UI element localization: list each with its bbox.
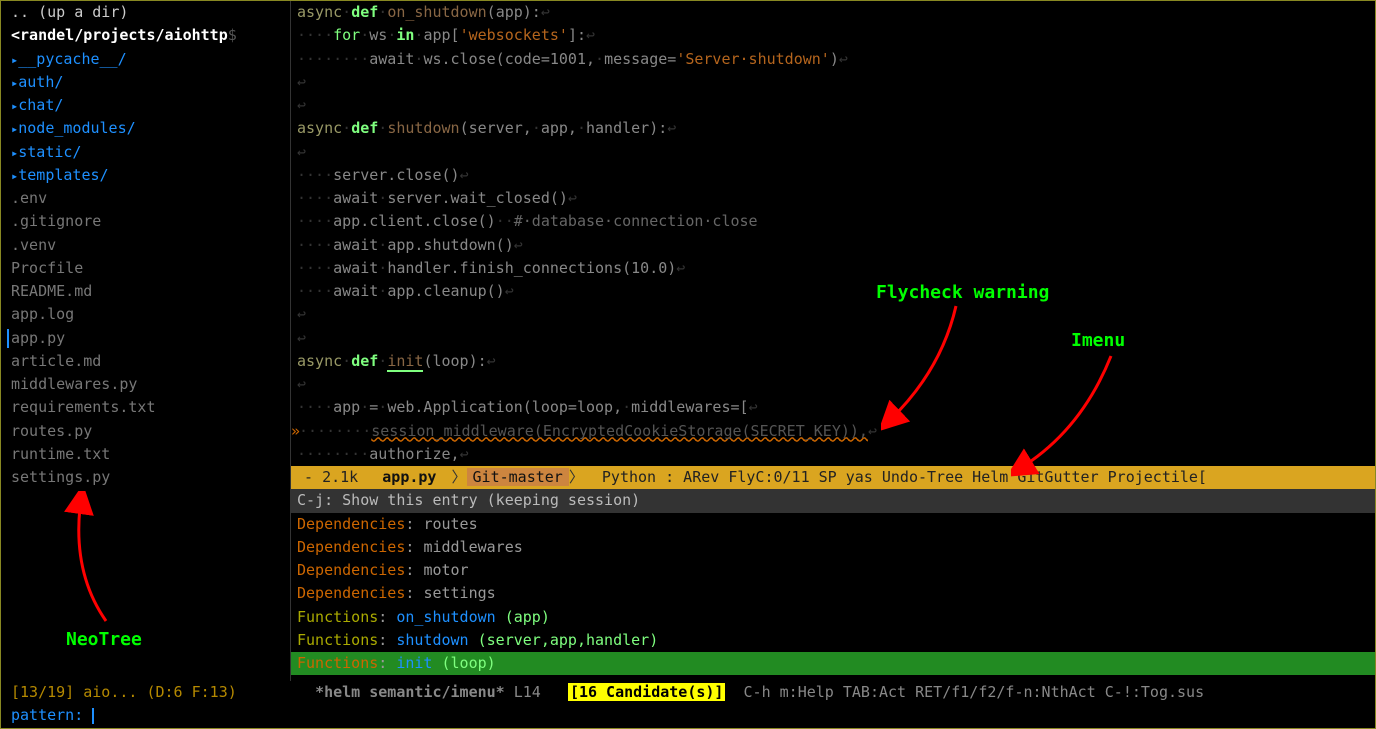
mode-line: - 2.1k app.py 〉Git-master〉 Python : ARev…	[291, 466, 1375, 489]
code-line[interactable]: ↩	[291, 141, 1375, 164]
helm-candidate[interactable]: Functions: on_shutdown (app)	[291, 606, 1375, 629]
helm-candidates[interactable]: Dependencies: routes Dependencies: middl…	[291, 513, 1375, 676]
helm-header: C-j: Show this entry (keeping session)	[291, 489, 1375, 512]
tree-file[interactable]: .venv	[11, 234, 290, 257]
minibuffer[interactable]: pattern:	[1, 704, 1375, 727]
code-line[interactable]: async·def·shutdown(server,·app,·handler)…	[291, 117, 1375, 140]
tree-file[interactable]: app.log	[11, 303, 290, 326]
tree-file[interactable]: requirements.txt	[11, 396, 290, 419]
code-line[interactable]: ····await·server.wait_closed()↩	[291, 187, 1375, 210]
tree-file[interactable]: .env	[11, 187, 290, 210]
cursor-icon	[92, 708, 99, 724]
helm-candidate[interactable]: Functions: init (loop)	[291, 652, 1375, 675]
helm-candidate[interactable]: Dependencies: settings	[291, 582, 1375, 605]
tree-file[interactable]: runtime.txt	[11, 443, 290, 466]
code-line[interactable]: ····for·ws·in·app['websockets']:↩	[291, 24, 1375, 47]
helm-candidate[interactable]: Dependencies: motor	[291, 559, 1375, 582]
code-line[interactable]: ····await·handler.finish_connections(10.…	[291, 257, 1375, 280]
tree-file[interactable]: README.md	[11, 280, 290, 303]
neotree-sidebar[interactable]: .. (up a dir) <randel/projects/aiohttp$ …	[1, 1, 291, 681]
tree-dir[interactable]: node_modules/	[11, 117, 290, 140]
helm-candidate[interactable]: Dependencies: routes	[291, 513, 1375, 536]
code-line[interactable]: ↩	[291, 94, 1375, 117]
neotree-mode-line: [13/19] aio... (D:6 F:13)	[1, 681, 291, 704]
tree-file[interactable]: article.md	[11, 350, 290, 373]
tree-dir[interactable]: auth/	[11, 71, 290, 94]
code-line[interactable]: ↩	[291, 71, 1375, 94]
code-line[interactable]: ↩	[291, 303, 1375, 326]
tree-file[interactable]: settings.py	[11, 466, 290, 489]
tree-file[interactable]: Procfile	[11, 257, 290, 280]
code-line[interactable]: ····app·=·web.Application(loop=loop,·mid…	[291, 396, 1375, 419]
tree-dir[interactable]: templates/	[11, 164, 290, 187]
code-line[interactable]: ········authorize,↩	[291, 443, 1375, 466]
tree-dir[interactable]: static/	[11, 141, 290, 164]
cwd: <randel/projects/aiohttp$	[11, 24, 290, 47]
tree-file[interactable]: middlewares.py	[11, 373, 290, 396]
helm-candidate[interactable]: Functions: shutdown (server,app,handler)	[291, 629, 1375, 652]
code-line[interactable]: ········await·ws.close(code=1001,·messag…	[291, 48, 1375, 71]
tree-file[interactable]: .gitignore	[11, 210, 290, 233]
code-line[interactable]: ····server.close()↩	[291, 164, 1375, 187]
code-line[interactable]: ····app.client.close()··#·database·conne…	[291, 210, 1375, 233]
code-buffer[interactable]: async·def·on_shutdown(app):↩····for·ws·i…	[291, 1, 1375, 466]
helm-mode-line: *helm semantic/imenu* L14 [16 Candidate(…	[291, 681, 1375, 704]
code-line[interactable]: ↩	[291, 327, 1375, 350]
code-line[interactable]: async·def·on_shutdown(app):↩	[291, 1, 1375, 24]
helm-candidate[interactable]: Dependencies: middlewares	[291, 536, 1375, 559]
code-line[interactable]: ····await·app.shutdown()↩	[291, 234, 1375, 257]
tree-dir[interactable]: __pycache__/	[11, 48, 290, 71]
code-line[interactable]: »········session_middleware(EncryptedCoo…	[291, 420, 1375, 443]
dir-up[interactable]: .. (up a dir)	[11, 1, 290, 24]
tree-dir[interactable]: chat/	[11, 94, 290, 117]
tree-file[interactable]: app.py	[11, 327, 290, 350]
code-line[interactable]: ↩	[291, 373, 1375, 396]
code-line[interactable]: ····await·app.cleanup()↩	[291, 280, 1375, 303]
code-line[interactable]: async·def·init(loop):↩	[291, 350, 1375, 373]
tree-file[interactable]: routes.py	[11, 420, 290, 443]
